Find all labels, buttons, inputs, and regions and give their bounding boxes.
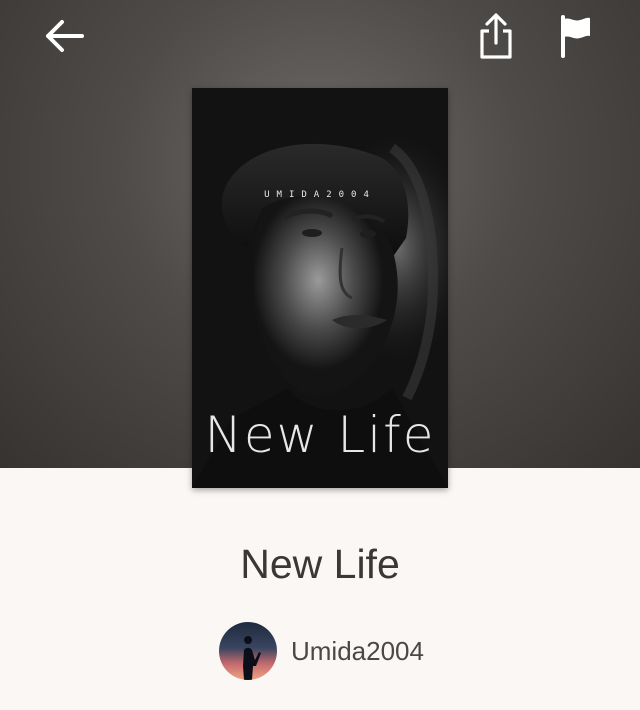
arrow-left-icon — [46, 20, 84, 52]
cover-title-text: New Life — [204, 406, 436, 464]
top-bar — [0, 0, 640, 72]
back-button[interactable] — [36, 8, 92, 64]
book-cover[interactable]: UMIDA2004 New Life — [192, 88, 448, 488]
story-title: New Life — [240, 541, 400, 587]
cover-author-text: UMIDA2004 — [264, 190, 376, 200]
flag-icon — [561, 15, 590, 58]
share-icon — [480, 13, 512, 59]
author-link[interactable]: Umida2004 — [219, 622, 424, 680]
avatar-silhouette — [243, 636, 261, 680]
avatar — [219, 622, 277, 680]
author-name: Umida2004 — [291, 635, 424, 666]
share-button[interactable] — [468, 8, 524, 64]
report-button[interactable] — [548, 8, 604, 64]
